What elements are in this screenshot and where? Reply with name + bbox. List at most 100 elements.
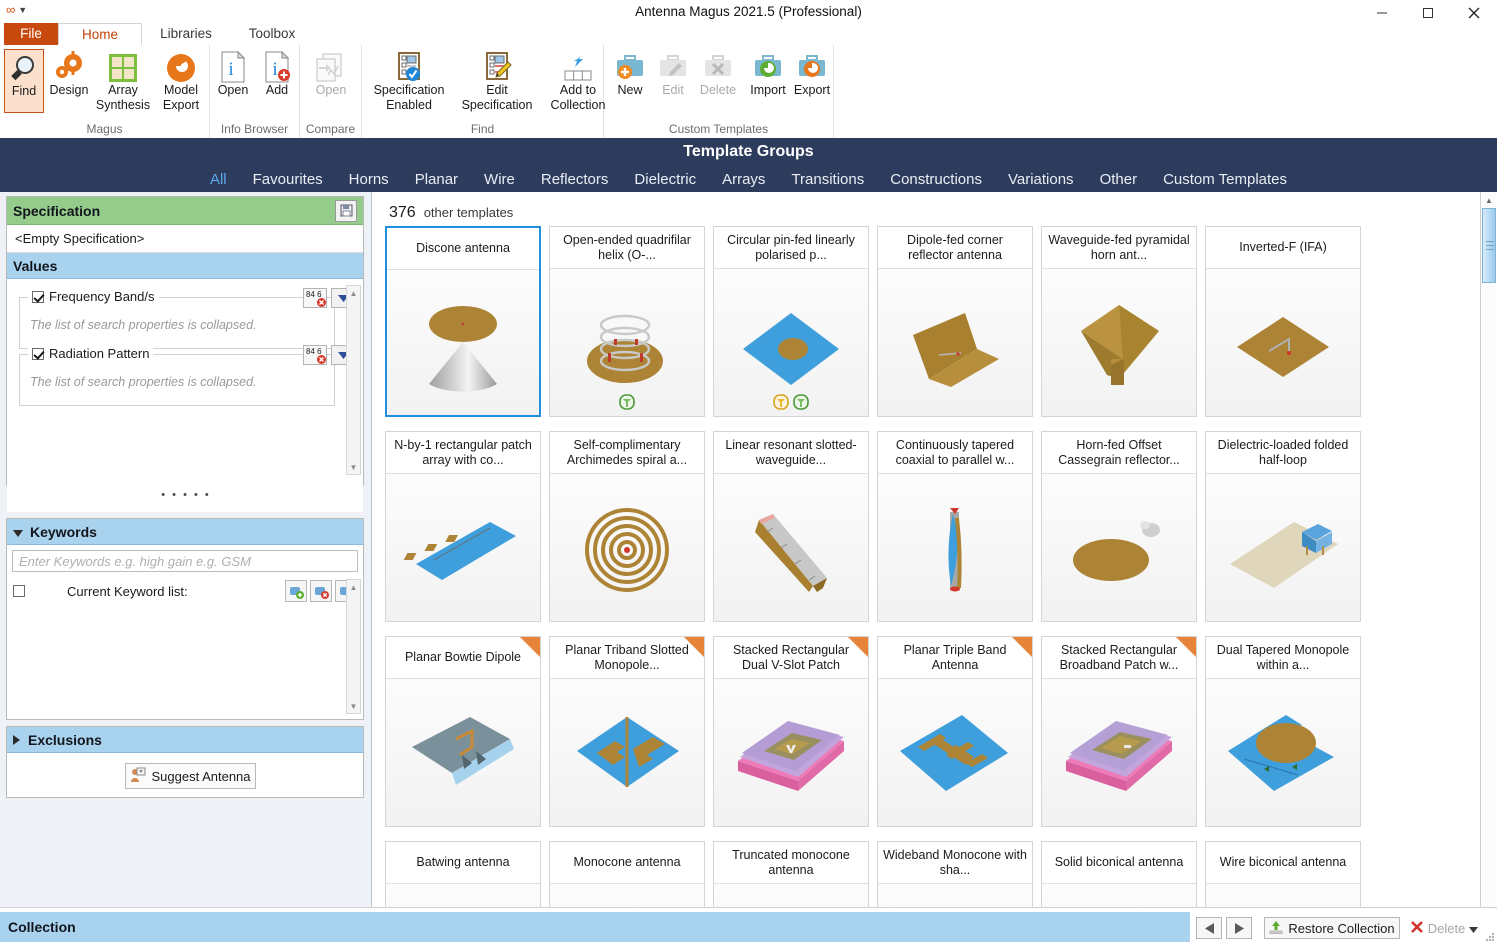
keywords-input[interactable]: Enter Keywords e.g. high gain e.g. GSM <box>12 550 358 572</box>
group-item-favourites[interactable]: Favourites <box>240 171 336 188</box>
close-button[interactable] <box>1451 0 1497 25</box>
keyword-add-icon[interactable] <box>285 580 307 602</box>
tab-libraries[interactable]: Libraries <box>146 23 226 45</box>
panel-splitter[interactable]: • • • • • <box>0 489 372 501</box>
ribbon-compare-open-button[interactable]: Open <box>304 49 358 98</box>
radiation-pattern-checkbox[interactable] <box>32 347 44 360</box>
keywords-header[interactable]: Keywords <box>7 519 363 545</box>
group-item-planar[interactable]: Planar <box>402 171 471 188</box>
template-card[interactable]: Wideband Monocone with sha... <box>877 841 1033 907</box>
template-card[interactable]: Batwing antenna <box>385 841 541 907</box>
template-card[interactable]: Dual Tapered Monopole within a... <box>1205 636 1361 827</box>
template-card[interactable]: Truncated monocone antenna <box>713 841 869 907</box>
group-item-horns[interactable]: Horns <box>336 171 402 188</box>
ribbon-info-add-button[interactable]: i Add <box>256 49 298 98</box>
group-item-dielectric[interactable]: Dielectric <box>621 171 709 188</box>
collection-next-button[interactable] <box>1226 917 1252 939</box>
group-item-variations[interactable]: Variations <box>995 171 1087 188</box>
resize-grip[interactable] <box>1483 930 1495 942</box>
specification-save-icon[interactable] <box>335 199 357 222</box>
clipboard-check-icon <box>366 49 452 83</box>
ribbon-export-template-button[interactable]: Export <box>790 49 834 98</box>
templates-scroll-up-icon[interactable]: ▲ <box>1481 192 1497 208</box>
keyword-remove-icon[interactable] <box>310 580 332 602</box>
tab-file[interactable]: File <box>4 23 58 45</box>
ribbon-import-template-button[interactable]: Import <box>744 49 792 98</box>
template-card[interactable]: Wire biconical antenna <box>1205 841 1361 907</box>
scroll-down-icon[interactable]: ▼ <box>347 460 360 474</box>
ribbon-design-button[interactable]: Design <box>46 49 92 98</box>
group-item-transitions[interactable]: Transitions <box>778 171 877 188</box>
keywords-list-scrollbar[interactable]: ▲ ▼ <box>346 579 361 714</box>
clipboard-edit-icon <box>454 49 540 83</box>
group-item-all[interactable]: All <box>197 171 240 188</box>
templates-scrollbar[interactable]: ▲ <box>1480 192 1497 907</box>
group-item-wire[interactable]: Wire <box>471 171 528 188</box>
group-item-arrays[interactable]: Arrays <box>709 171 778 188</box>
caret-down-icon[interactable] <box>13 524 23 540</box>
collection-prev-button[interactable] <box>1196 917 1222 939</box>
template-card[interactable]: Dielectric-loaded folded half-loop <box>1205 431 1361 622</box>
group-item-reflectors[interactable]: Reflectors <box>528 171 622 188</box>
minimize-button[interactable] <box>1359 0 1405 25</box>
info-document-icon: i <box>212 49 254 83</box>
ribbon-group-info-browser: i Open i Add Info Browser <box>210 45 300 138</box>
template-card-title: Circular pin-fed linearly polarised p... <box>714 227 868 269</box>
ribbon-specification-enabled-button[interactable]: Specification Enabled <box>366 49 452 112</box>
template-card[interactable]: Solid biconical antenna <box>1041 841 1197 907</box>
restore-collection-button[interactable]: Restore Collection <box>1264 917 1400 939</box>
template-card[interactable]: Continuously tapered coaxial to parallel… <box>877 431 1033 622</box>
frequency-bands-checkbox[interactable] <box>32 290 44 303</box>
templates-scroll-thumb[interactable] <box>1482 208 1496 283</box>
window-title: Antenna Magus 2021.5 (Professional) <box>635 4 862 19</box>
tab-home[interactable]: Home <box>58 23 142 45</box>
caret-right-icon <box>1234 922 1244 934</box>
frequency-bands-label: Frequency Band/s <box>49 289 155 304</box>
delete-collection-button[interactable]: Delete <box>1408 917 1480 939</box>
keywords-scroll-up-icon[interactable]: ▲ <box>347 580 360 594</box>
template-card[interactable]: Monocone antenna <box>549 841 705 907</box>
template-card[interactable]: Inverted-F (IFA) <box>1205 226 1361 417</box>
values-scrollbar[interactable]: ▲ ▼ <box>346 285 361 475</box>
template-card[interactable]: Stacked Rectangular Dual V-Slot Patch <box>713 636 869 827</box>
template-card[interactable]: Planar Triband Slotted Monopole... <box>549 636 705 827</box>
collection-label: Collection <box>8 919 76 935</box>
maximize-button[interactable] <box>1405 0 1451 25</box>
ribbon-edit-specification-button[interactable]: Edit Specification <box>454 49 540 112</box>
group-item-other[interactable]: Other <box>1087 171 1151 188</box>
template-card[interactable]: Planar Triple Band Antenna <box>877 636 1033 827</box>
tab-toolbox[interactable]: Toolbox <box>232 23 312 45</box>
template-card[interactable]: Circular pin-fed linearly polarised p... <box>713 226 869 417</box>
keywords-scroll-down-icon[interactable]: ▼ <box>347 699 360 713</box>
ribbon-new-template-button[interactable]: New <box>608 49 652 98</box>
ribbon-model-export-button[interactable]: Model Export <box>154 49 208 112</box>
radiation-pattern-count-button[interactable]: 84 6 <box>303 345 327 365</box>
template-card[interactable]: Dipole-fed corner reflector antenna <box>877 226 1033 417</box>
exclusions-header[interactable]: Exclusions <box>7 727 363 753</box>
status-bar: Collection Restore Collection Delete <box>0 907 1497 944</box>
ribbon-delete-template-button[interactable]: Delete <box>694 49 742 98</box>
ribbon-find-button[interactable]: Find <box>4 49 44 113</box>
ribbon-info-open-button[interactable]: i Open <box>212 49 254 98</box>
template-card[interactable]: Planar Bowtie Dipole <box>385 636 541 827</box>
current-keyword-checkbox[interactable] <box>13 585 25 597</box>
template-card[interactable]: Linear resonant slotted-waveguide... <box>713 431 869 622</box>
template-card[interactable]: Self-complimentary Archimedes spiral a..… <box>549 431 705 622</box>
values-header-label: Values <box>13 257 58 274</box>
ribbon-array-synthesis-button[interactable]: Array Synthesis <box>94 49 152 112</box>
suggest-antenna-button[interactable]: Suggest Antenna <box>125 763 256 789</box>
template-card[interactable]: Open-ended quadrifilar helix (O-... <box>549 226 705 417</box>
chevron-down-icon[interactable] <box>1469 921 1479 936</box>
template-card[interactable]: N-by-1 rectangular patch array with co..… <box>385 431 541 622</box>
group-item-custom-templates[interactable]: Custom Templates <box>1150 171 1300 188</box>
template-card[interactable]: Stacked Rectangular Broadband Patch w... <box>1041 636 1197 827</box>
group-item-constructions[interactable]: Constructions <box>877 171 995 188</box>
template-card[interactable]: Waveguide-fed pyramidal horn ant... <box>1041 226 1197 417</box>
scroll-up-icon[interactable]: ▲ <box>347 286 360 300</box>
ribbon-edit-template-button[interactable]: Edit <box>652 49 694 98</box>
caret-right-icon[interactable] <box>13 732 20 748</box>
restore-collection-label: Restore Collection <box>1288 920 1395 936</box>
template-card[interactable]: Horn-fed Offset Cassegrain reflector... <box>1041 431 1197 622</box>
template-card[interactable]: Discone antenna <box>385 226 541 417</box>
frequency-bands-count-button[interactable]: 84 6 <box>303 288 327 308</box>
